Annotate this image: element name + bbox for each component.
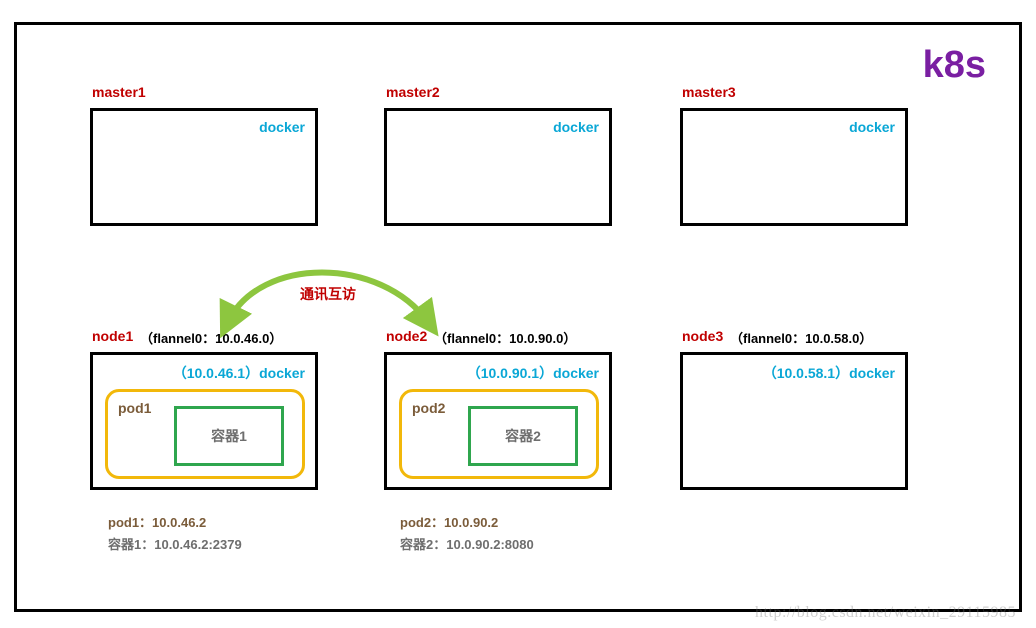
comm-label: 通讯互访 — [300, 284, 356, 304]
container2-label: 容器2 — [505, 426, 541, 446]
pod2-box: pod2 容器2 — [399, 389, 599, 479]
master2-box: docker — [384, 108, 612, 226]
master2-label: master2 — [386, 84, 440, 100]
canvas: k8s http://blog.csdn.net/weixin_29115985… — [0, 0, 1036, 628]
node3-docker-label: （10.0.58.1）docker — [763, 363, 895, 383]
node1-box: （10.0.46.1）docker pod1 容器1 — [90, 352, 318, 490]
node2-box: （10.0.90.1）docker pod2 容器2 — [384, 352, 612, 490]
container2-box: 容器2 — [468, 406, 578, 466]
master3-docker-label: docker — [849, 119, 895, 135]
container2-addr-label: 容器2：10.0.90.2:8080 — [400, 534, 534, 553]
pod2-label: pod2 — [412, 400, 445, 416]
pod1-box: pod1 容器1 — [105, 389, 305, 479]
container1-label: 容器1 — [211, 426, 247, 446]
master3-label: master3 — [682, 84, 736, 100]
pod2-addr-label: pod2：10.0.90.2 — [400, 512, 498, 531]
node1-docker-label: （10.0.46.1）docker — [173, 363, 305, 383]
container1-addr-label: 容器1：10.0.46.2:2379 — [108, 534, 242, 553]
container1-box: 容器1 — [174, 406, 284, 466]
master3-box: docker — [680, 108, 908, 226]
master1-docker-label: docker — [259, 119, 305, 135]
title-k8s: k8s — [923, 44, 986, 87]
master2-docker-label: docker — [553, 119, 599, 135]
pod1-addr-label: pod1：10.0.46.2 — [108, 512, 206, 531]
node3-label: node3 — [682, 328, 723, 344]
node3-box: （10.0.58.1）docker — [680, 352, 908, 490]
master1-label: master1 — [92, 84, 146, 100]
node1-label: node1 — [92, 328, 133, 344]
node3-flannel-label: （flannel0：10.0.58.0） — [730, 328, 872, 347]
node2-docker-label: （10.0.90.1）docker — [467, 363, 599, 383]
pod1-label: pod1 — [118, 400, 151, 416]
master1-box: docker — [90, 108, 318, 226]
watermark-text: http://blog.csdn.net/weixin_29115985 — [755, 604, 1016, 622]
